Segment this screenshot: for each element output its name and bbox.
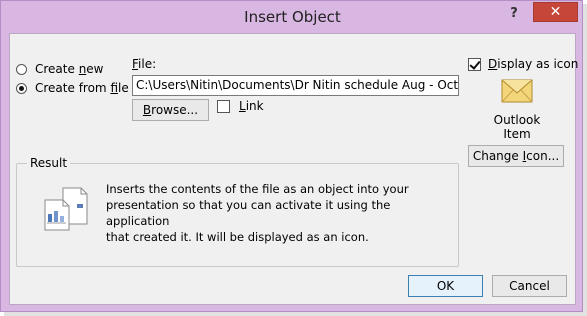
envelope-icon: [501, 79, 533, 103]
close-button[interactable]: ✕: [533, 2, 578, 22]
display-as-icon-checkbox[interactable]: [468, 58, 481, 71]
dialog-title: Insert Object: [244, 8, 341, 26]
display-as-icon-label-accel: D: [488, 57, 498, 71]
create-from-file-label-prefix: Create from: [35, 81, 111, 95]
file-path-input[interactable]: C:\Users\Nitin\Documents\Dr Nitin schedu…: [132, 75, 459, 96]
create-from-file-label-accel: f: [110, 81, 118, 95]
display-as-icon-label: Display as icon: [488, 57, 578, 71]
window-shadow-bottom: [4, 312, 587, 316]
create-from-file-label: Create from file: [35, 81, 129, 95]
create-from-file-radio-circle[interactable]: [16, 82, 27, 94]
result-group: Result Inserts the contents of the file …: [16, 156, 459, 267]
create-new-label-prefix: Create: [35, 62, 79, 76]
browse-button-rest: rowse...: [151, 103, 199, 117]
result-line2: presentation so that you can activate it…: [106, 198, 391, 228]
change-icon-button-prefix: Change: [472, 149, 523, 163]
change-icon-button-suffix: con...: [526, 149, 560, 163]
insert-object-dialog: Insert Object ? ✕ Create new Create from…: [0, 0, 583, 312]
cancel-button[interactable]: Cancel: [492, 275, 567, 297]
browse-button[interactable]: Browse...: [132, 99, 209, 121]
result-title: Result: [27, 156, 71, 170]
link-checkbox[interactable]: [217, 100, 230, 113]
result-line1: Inserts the contents of the file as an o…: [106, 182, 409, 196]
link-label-rest: ink: [245, 99, 264, 113]
create-from-file-radio[interactable]: Create from file: [16, 79, 129, 97]
display-as-icon-label-rest: isplay as icon: [497, 57, 579, 71]
result-description: Inserts the contents of the file as an o…: [106, 181, 446, 245]
create-new-radio-circle[interactable]: [16, 63, 27, 75]
create-new-radio[interactable]: Create new: [16, 60, 104, 78]
close-icon: ✕: [549, 4, 562, 20]
icon-caption-line2: Item: [503, 127, 531, 141]
browse-button-accel: B: [142, 103, 152, 117]
file-label-rest: ile:: [138, 57, 157, 71]
link-label-accel: L: [239, 99, 246, 113]
window-shadow-right: [583, 4, 587, 316]
link-label: Link: [239, 99, 264, 113]
create-from-file-label-suffix: ile: [118, 81, 129, 95]
help-button[interactable]: ?: [501, 3, 527, 25]
create-new-label: Create new: [35, 62, 104, 76]
icon-caption-line1: Outlook: [493, 113, 541, 127]
icon-caption: Outlook Item: [486, 113, 548, 141]
create-new-label-suffix: ew: [86, 62, 104, 76]
change-icon-button[interactable]: Change Icon...: [468, 145, 564, 167]
dialog-client-area: Create new Create from file File: C:\Use…: [9, 33, 578, 305]
result-line3: that created it. It will be displayed as…: [106, 230, 369, 244]
checkmark-icon: [469, 58, 481, 70]
ok-button[interactable]: OK: [408, 275, 483, 297]
document-icon: [44, 187, 88, 231]
file-label: File:: [132, 57, 156, 71]
